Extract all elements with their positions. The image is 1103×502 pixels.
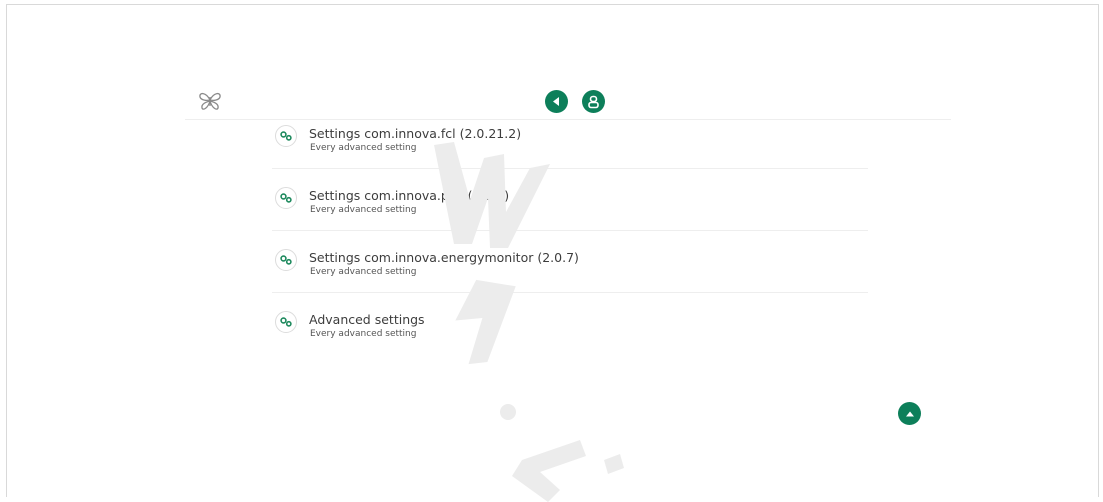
list-item-title: Settings com.innova.fcl (2.0.21.2) bbox=[309, 126, 522, 141]
settings-list: Settings com.innova.fcl (2.0.21.2) Every… bbox=[272, 116, 868, 354]
gears-icon bbox=[275, 187, 297, 209]
header-bar bbox=[185, 85, 951, 120]
list-item[interactable]: Settings com.innova.pdc (3.0.5) Every ad… bbox=[272, 169, 868, 231]
gears-icon bbox=[275, 311, 297, 333]
caret-up-icon bbox=[905, 411, 914, 416]
list-item-title: Settings com.innova.energymonitor (2.0.7… bbox=[309, 250, 579, 265]
back-arrow-icon bbox=[553, 97, 559, 106]
list-item-title: Advanced settings bbox=[309, 312, 425, 327]
butterfly-logo-icon[interactable] bbox=[197, 89, 223, 113]
list-item-subtitle: Every advanced setting bbox=[310, 267, 417, 277]
list-item[interactable]: Advanced settings Every advanced setting bbox=[272, 293, 868, 354]
list-item-subtitle: Every advanced setting bbox=[310, 329, 417, 339]
user-icon bbox=[588, 95, 599, 108]
back-button[interactable] bbox=[545, 90, 568, 113]
user-button[interactable] bbox=[582, 90, 605, 113]
gears-icon bbox=[275, 249, 297, 271]
list-item-subtitle: Every advanced setting bbox=[310, 143, 417, 153]
gears-icon bbox=[275, 125, 297, 147]
app-frame: Settings com.innova.fcl (2.0.21.2) Every… bbox=[6, 4, 1099, 502]
list-item-subtitle: Every advanced setting bbox=[310, 205, 417, 215]
list-item-title: Settings com.innova.pdc (3.0.5) bbox=[309, 188, 510, 203]
scroll-to-top-button[interactable] bbox=[898, 402, 921, 425]
list-item[interactable]: Settings com.innova.energymonitor (2.0.7… bbox=[272, 231, 868, 293]
list-item[interactable]: Settings com.innova.fcl (2.0.21.2) Every… bbox=[272, 116, 868, 169]
